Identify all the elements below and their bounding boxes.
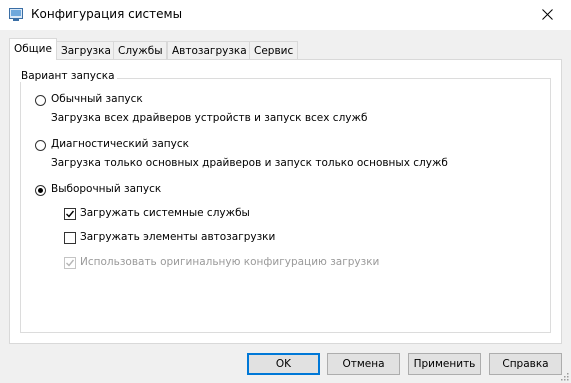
system-config-icon bbox=[9, 8, 23, 21]
load-system-services-label[interactable]: Загружать системные службы bbox=[80, 207, 250, 219]
selective-startup-radio[interactable] bbox=[35, 185, 46, 196]
ok-button[interactable]: OK bbox=[247, 353, 320, 375]
tab-boot[interactable]: Загрузка bbox=[56, 41, 116, 59]
cancel-button[interactable]: Отмена bbox=[327, 353, 400, 375]
apply-button[interactable]: Применить bbox=[408, 353, 481, 375]
use-original-boot-config-label: Использовать оригинальную конфигурацию з… bbox=[80, 256, 380, 268]
use-original-boot-config-checkbox bbox=[64, 257, 76, 269]
diagnostic-startup-description: Загрузка только основных драйверов и зап… bbox=[51, 157, 448, 169]
close-button[interactable] bbox=[525, 0, 571, 30]
checkmark-icon bbox=[66, 259, 75, 267]
tab-panel-general: Вариант запуска Обычный запуск Загрузка … bbox=[9, 59, 562, 344]
normal-startup-label[interactable]: Обычный запуск bbox=[51, 93, 143, 105]
load-startup-items-checkbox[interactable] bbox=[64, 232, 76, 244]
diagnostic-startup-radio[interactable] bbox=[35, 140, 46, 151]
tab-general[interactable]: Общие bbox=[9, 38, 57, 60]
title-bar: Конфигурация системы bbox=[0, 0, 571, 30]
resize-grip-icon[interactable] bbox=[559, 371, 569, 381]
close-icon bbox=[542, 9, 553, 20]
diagnostic-startup-label[interactable]: Диагностический запуск bbox=[51, 138, 189, 150]
normal-startup-radio[interactable] bbox=[35, 95, 46, 106]
group-title: Вариант запуска bbox=[19, 70, 117, 82]
tab-tools[interactable]: Сервис bbox=[249, 41, 299, 59]
normal-startup-description: Загрузка всех драйверов устройств и запу… bbox=[51, 112, 368, 124]
tab-startup[interactable]: Автозагрузка bbox=[167, 41, 252, 59]
selective-startup-label[interactable]: Выборочный запуск bbox=[51, 183, 161, 195]
load-startup-items-label[interactable]: Загружать элементы автозагрузки bbox=[80, 231, 275, 243]
load-system-services-checkbox[interactable] bbox=[64, 208, 76, 220]
window-title: Конфигурация системы bbox=[31, 7, 183, 21]
help-button[interactable]: Справка bbox=[489, 353, 562, 375]
checkmark-icon bbox=[66, 210, 75, 218]
tab-services[interactable]: Службы bbox=[113, 41, 168, 59]
